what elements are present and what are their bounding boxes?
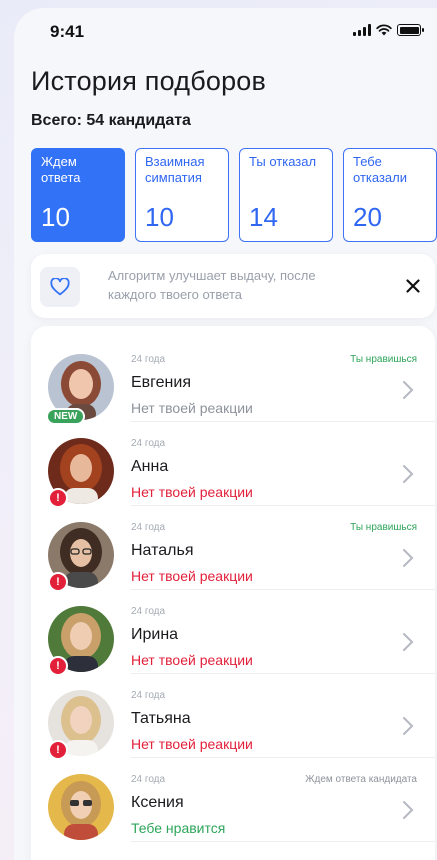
chevron-right-icon [403,381,414,399]
candidate-row[interactable]: ! 24 года Анна Нет твоей реакции [31,422,435,508]
chevron-right-icon [403,801,414,819]
stat-value: 20 [353,202,382,232]
candidate-reaction: Нет твоей реакции [131,400,253,416]
candidate-age: 24 года [131,522,166,533]
candidate-reaction: Нет твоей реакции [131,736,253,752]
algorithm-info-text: Алгоритм улучшает выдачу, после каждого … [108,268,316,302]
stat-value: 10 [41,202,70,232]
chevron-right-icon [403,717,414,735]
alert-badge: ! [48,572,68,592]
candidate-reaction: Нет твоей реакции [131,568,253,584]
candidate-name: Анна [131,458,169,475]
candidate-age: 24 года [131,438,166,449]
candidate-row[interactable]: 24 года Ксения Тебе нравится Ждем ответа… [31,758,435,842]
candidate-name: Наталья [131,542,194,559]
candidate-status: Ты нравишься [350,354,417,365]
candidate-reaction: Тебе нравится [131,820,226,836]
stat-tab-waiting[interactable]: Ждем ответа 10 [31,148,125,242]
candidate-age: 24 года [131,606,166,617]
stat-tab-mutual[interactable]: Взаимная симпатия 10 [135,148,229,242]
candidate-reaction: Нет твоей реакции [131,484,253,500]
candidate-row[interactable]: ! 24 года Татьяна Нет твоей реакции [31,674,435,760]
status-bar: 9:41 [14,18,437,48]
candidate-list: NEW 24 года Евгения Нет твоей реакции Ты… [31,326,435,860]
candidate-row[interactable]: ! 24 года Ирина Нет твоей реакции [31,590,435,676]
candidate-row[interactable]: NEW 24 года Евгения Нет твоей реакции Ты… [31,338,435,425]
candidate-name: Ирина [131,626,179,643]
candidate-reaction: Нет твоей реакции [131,652,253,668]
chevron-right-icon [403,549,414,567]
stat-label: Ты отказал [249,154,317,169]
status-time: 9:41 [50,22,85,41]
wifi-icon [376,24,392,36]
stat-label: Взаимная симпатия [145,154,205,185]
candidate-age: 24 года [131,354,166,365]
candidate-name: Ксения [131,794,184,811]
candidate-row[interactable]: ! 24 года Наталья Нет твоей реакции Ты н… [31,506,435,592]
signal-icon [353,24,371,36]
stats-tabs: Ждем ответа 10 Взаимная симпатия 10 Ты о… [31,148,437,242]
candidate-name: Татьяна [131,710,191,727]
alert-badge: ! [48,656,68,676]
status-icons [353,24,424,36]
heart-icon [40,267,80,307]
candidate-status: Ты нравишься [350,522,417,533]
stat-value: 14 [249,202,278,232]
stat-label: Ждем ответа [41,154,81,185]
candidate-status: Ждем ответа кандидата [305,774,417,785]
page-title: История подборов [31,66,267,96]
total-count: Всего: 54 кандидата [31,112,191,129]
chevron-right-icon [403,633,414,651]
phone-screen: 9:41 История подборов Всего: 54 кандидат… [14,8,437,860]
battery-icon [397,24,424,36]
avatar [48,774,114,840]
alert-badge: ! [48,740,68,760]
chevron-right-icon [403,465,414,483]
candidate-age: 24 года [131,690,166,701]
close-icon[interactable] [401,274,425,298]
stat-tab-you-declined[interactable]: Ты отказал 14 [239,148,333,242]
candidate-age: 24 года [131,774,166,785]
stat-tab-declined-you[interactable]: Тебе отказали 20 [343,148,437,242]
divider [131,841,435,842]
stat-label: Тебе отказали [353,154,407,185]
algorithm-info-card: Алгоритм улучшает выдачу, после каждого … [31,254,435,318]
alert-badge: ! [48,488,68,508]
candidate-name: Евгения [131,374,191,391]
stat-value: 10 [145,202,174,232]
